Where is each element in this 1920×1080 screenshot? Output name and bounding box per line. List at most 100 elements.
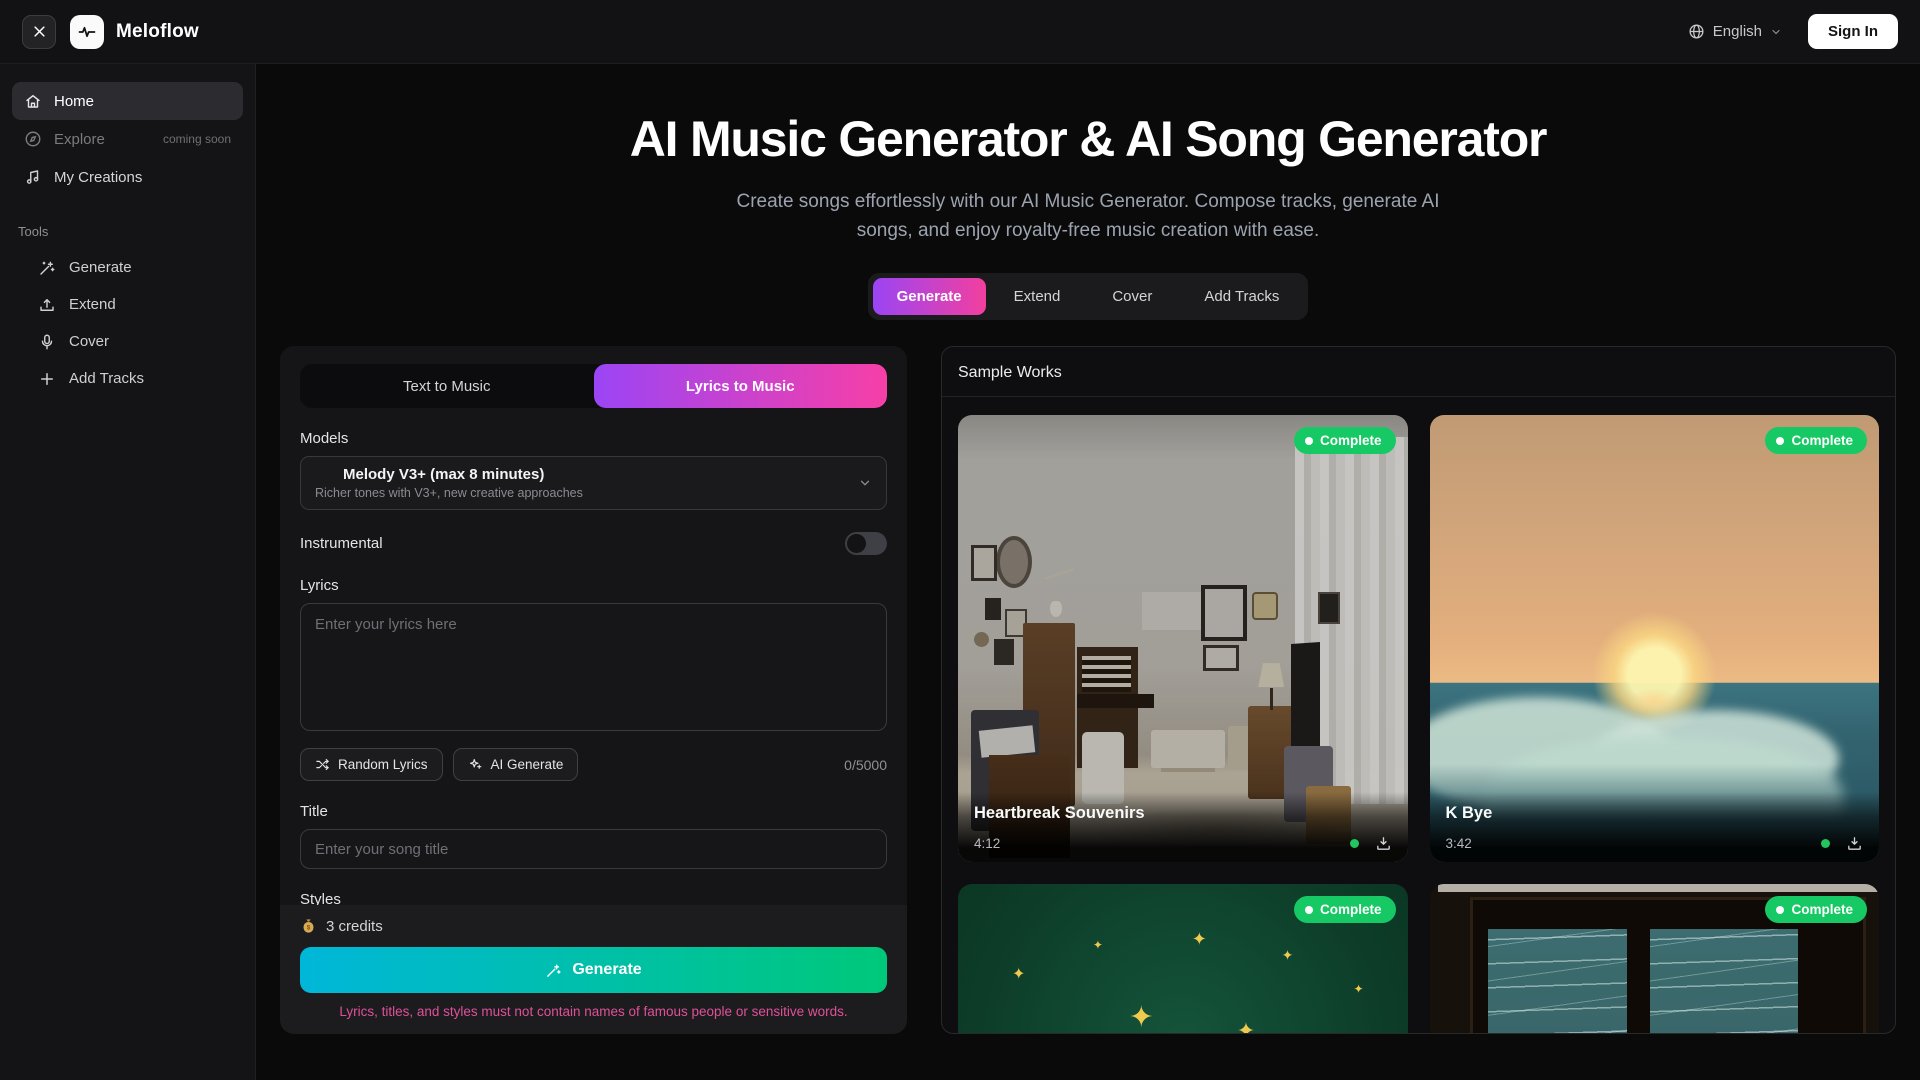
sidebar-tool-extend[interactable]: Extend	[12, 286, 243, 323]
model-selected-name: Melody V3+ (max 8 minutes)	[343, 466, 846, 483]
microphone-icon	[38, 333, 56, 351]
chevron-down-icon	[1770, 26, 1782, 38]
lyrics-input[interactable]	[300, 603, 887, 731]
status-badge: Complete	[1294, 427, 1396, 454]
upload-icon	[38, 296, 56, 314]
app-window: Meloflow English Sign In Home	[0, 0, 1920, 1080]
tool-item-label: Generate	[69, 259, 132, 276]
status-dot-icon	[1305, 906, 1313, 914]
coming-soon-badge: coming soon	[163, 132, 231, 146]
sidebar-tool-cover[interactable]: Cover	[12, 323, 243, 360]
sidebar-tool-add-tracks[interactable]: Add Tracks	[12, 360, 243, 397]
mode-tabs: Generate Extend Cover Add Tracks	[868, 273, 1309, 320]
sample-card-rainy-window[interactable]: Complete	[1430, 884, 1880, 1034]
credits-label: 3 credits	[326, 918, 383, 935]
generation-form-panel: Text to Music Lyrics to Music Models Mel…	[280, 346, 907, 1034]
lyrics-label: Lyrics	[300, 577, 887, 594]
money-bag-icon: $	[300, 918, 317, 935]
credits-row: $ 3 credits	[300, 918, 887, 935]
status-label: Complete	[1791, 433, 1853, 448]
content-warning-text: Lyrics, titles, and styles must not cont…	[300, 1004, 887, 1019]
sample-card-k-bye[interactable]: Complete K Bye 3:42	[1430, 415, 1880, 862]
topbar-right: English Sign In	[1688, 14, 1898, 49]
close-button[interactable]	[22, 15, 56, 49]
ai-generate-button[interactable]: AI Generate	[453, 748, 579, 781]
tab-lyrics-to-music[interactable]: Lyrics to Music	[594, 364, 888, 408]
tool-item-label: Extend	[69, 296, 116, 313]
sample-works-panel: Sample Works	[941, 346, 1896, 1034]
music-note-icon	[24, 168, 42, 186]
instrumental-toggle[interactable]	[845, 532, 887, 555]
status-badge: Complete	[1294, 896, 1396, 923]
instrumental-label: Instrumental	[300, 535, 383, 552]
status-badge: Complete	[1765, 896, 1867, 923]
language-label: English	[1713, 23, 1762, 40]
sample-works-header: Sample Works	[942, 347, 1895, 397]
download-icon[interactable]	[1846, 835, 1863, 852]
main-content: AI Music Generator & AI Song Generator C…	[256, 64, 1920, 1080]
status-badge: Complete	[1765, 427, 1867, 454]
sidebar-tool-generate[interactable]: Generate	[12, 249, 243, 286]
generate-button[interactable]: Generate	[300, 947, 887, 993]
waveform-icon	[77, 22, 97, 42]
home-icon	[24, 92, 42, 110]
brand-name: Meloflow	[116, 21, 199, 43]
track-title: Heartbreak Souvenirs	[974, 804, 1392, 823]
models-label: Models	[300, 430, 887, 447]
model-select[interactable]: Melody V3+ (max 8 minutes) Richer tones …	[300, 456, 887, 510]
sidebar-item-explore[interactable]: Explore coming soon	[12, 120, 243, 158]
sign-in-button[interactable]: Sign In	[1808, 14, 1898, 49]
page-subtitle: Create songs effortlessly with our AI Mu…	[718, 188, 1458, 245]
app-logo	[70, 15, 104, 49]
svg-text:$: $	[307, 924, 311, 931]
ready-dot-icon	[1821, 839, 1830, 848]
tool-item-label: Cover	[69, 333, 109, 350]
globe-icon	[1688, 23, 1705, 40]
tab-text-to-music[interactable]: Text to Music	[300, 364, 594, 408]
tools-section-header: Tools	[18, 224, 237, 239]
plus-icon	[38, 370, 56, 388]
ai-generate-label: AI Generate	[491, 757, 564, 772]
status-dot-icon	[1776, 906, 1784, 914]
chevron-down-icon	[858, 476, 872, 490]
track-duration: 3:42	[1446, 836, 1472, 851]
tab-generate[interactable]: Generate	[873, 278, 986, 315]
generate-button-label: Generate	[572, 961, 641, 979]
language-selector[interactable]: English	[1688, 23, 1782, 40]
page-title: AI Music Generator & AI Song Generator	[256, 110, 1920, 168]
random-lyrics-button[interactable]: Random Lyrics	[300, 748, 443, 781]
sample-cards-grid: Complete Heartbreak Souvenirs 4:12	[942, 397, 1895, 1034]
tab-add-tracks[interactable]: Add Tracks	[1180, 278, 1303, 315]
subtitle-line-2: songs, and enjoy royalty-free music crea…	[857, 220, 1320, 241]
track-duration: 4:12	[974, 836, 1000, 851]
tool-item-label: Add Tracks	[69, 370, 144, 387]
title-label: Title	[300, 803, 887, 820]
magic-wand-icon	[38, 259, 56, 277]
song-title-input[interactable]	[300, 829, 887, 869]
sidebar-item-home[interactable]: Home	[12, 82, 243, 120]
sample-card-crown[interactable]: ♛ ✦ ✦ ✦ ✦ ✦ ✦ ✦ ✦ ✦ ✦ ✦ ✦	[958, 884, 1408, 1034]
tab-extend[interactable]: Extend	[990, 278, 1085, 315]
status-dot-icon	[1305, 437, 1313, 445]
ready-dot-icon	[1350, 839, 1359, 848]
top-bar: Meloflow English Sign In	[0, 0, 1920, 64]
status-label: Complete	[1320, 433, 1382, 448]
sidebar: Home Explore coming soon My Creations To…	[0, 64, 256, 1080]
character-counter: 0/5000	[844, 757, 887, 773]
magic-wand-icon	[545, 962, 562, 979]
close-icon	[32, 24, 47, 39]
sidebar-item-my-creations[interactable]: My Creations	[12, 158, 243, 196]
random-lyrics-label: Random Lyrics	[338, 757, 428, 772]
status-label: Complete	[1791, 902, 1853, 917]
sample-card-heartbreak-souvenirs[interactable]: Complete Heartbreak Souvenirs 4:12	[958, 415, 1408, 862]
tab-cover[interactable]: Cover	[1088, 278, 1176, 315]
download-icon[interactable]	[1375, 835, 1392, 852]
sidebar-item-label: Explore	[54, 131, 105, 148]
sparkles-icon	[468, 757, 483, 772]
track-title: K Bye	[1446, 804, 1864, 823]
sidebar-item-label: Home	[54, 93, 94, 110]
compass-icon	[24, 130, 42, 148]
card-footer: Heartbreak Souvenirs 4:12	[958, 792, 1408, 862]
model-selected-description: Richer tones with V3+, new creative appr…	[315, 486, 846, 500]
status-dot-icon	[1776, 437, 1784, 445]
